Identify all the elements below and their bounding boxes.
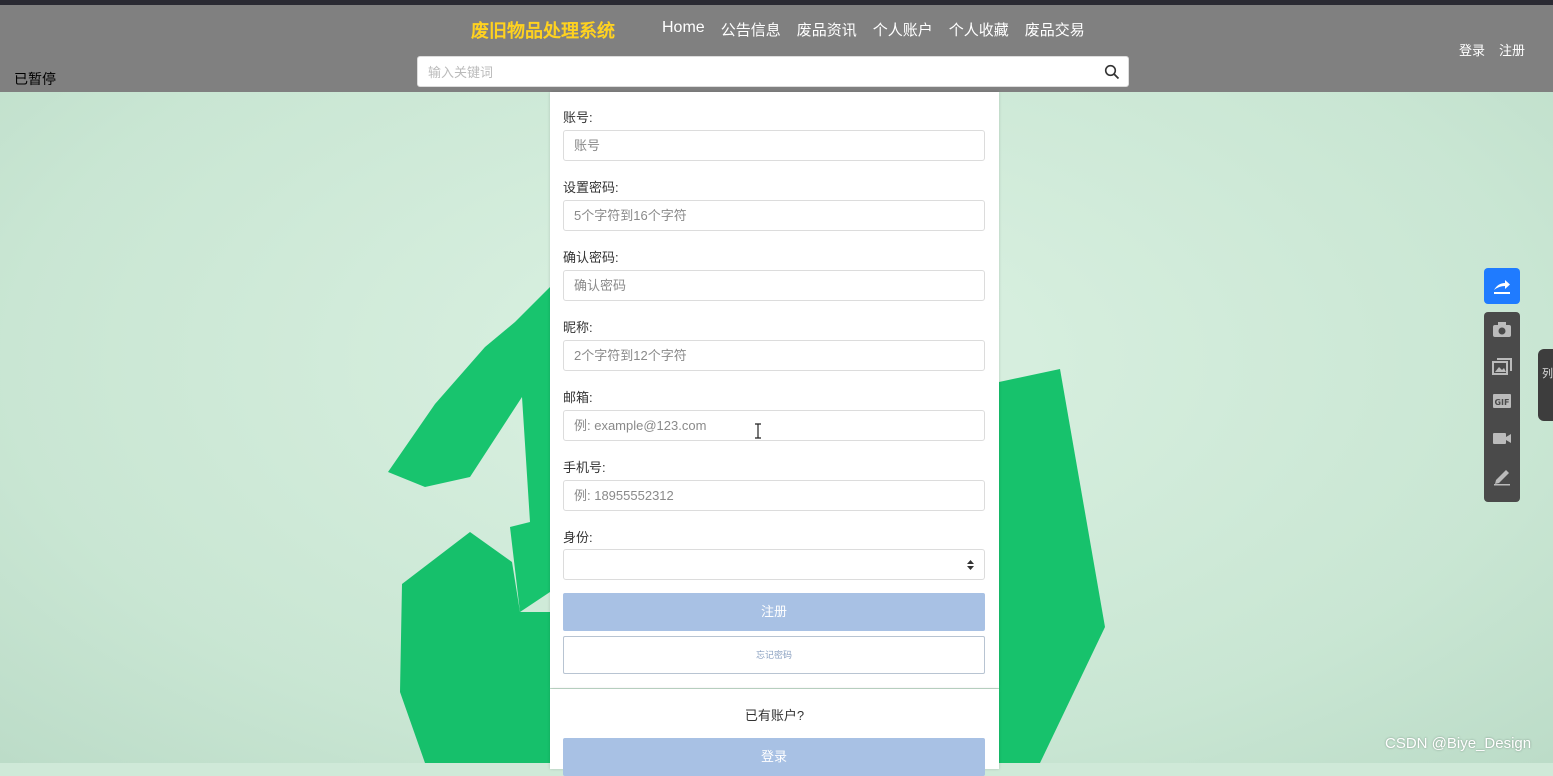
nickname-input[interactable]: [564, 341, 984, 370]
video-record-icon[interactable]: [1492, 428, 1512, 448]
login-panel: 已有账户? 登录: [550, 689, 999, 776]
site-header: 废旧物品处理系统 Home 公告信息 废品资讯 个人账户 个人收藏 废品交易 登…: [0, 5, 1553, 92]
share-icon: [1494, 280, 1510, 294]
nav-home[interactable]: Home: [662, 19, 705, 40]
image-gallery-icon[interactable]: [1492, 357, 1512, 377]
nickname-label: 昵称:: [563, 320, 593, 335]
nav-favorites[interactable]: 个人收藏: [949, 19, 1009, 40]
gif-icon[interactable]: GIF: [1492, 391, 1512, 411]
search-box: [417, 56, 1129, 88]
account-field: [563, 130, 985, 161]
capture-toolbar: GIF: [1484, 312, 1520, 502]
email-input[interactable]: [564, 411, 984, 440]
paused-indicator: 已暂停: [14, 71, 56, 87]
share-tool-button[interactable]: [1484, 268, 1520, 304]
confirm-password-input[interactable]: [564, 271, 984, 300]
confirm-password-label: 确认密码:: [563, 250, 619, 265]
nav-personal-account[interactable]: 个人账户: [873, 19, 933, 40]
have-account-prompt: 已有账户?: [744, 708, 805, 723]
password-input[interactable]: [564, 201, 984, 230]
account-input[interactable]: [564, 131, 984, 160]
identity-select[interactable]: [563, 549, 985, 580]
register-link[interactable]: 注册: [1499, 40, 1525, 59]
login-link[interactable]: 登录: [1459, 40, 1485, 59]
phone-field: [563, 480, 985, 511]
email-label: 邮箱:: [563, 390, 593, 405]
register-button[interactable]: 注册: [563, 593, 985, 631]
pen-edit-icon[interactable]: [1492, 466, 1512, 486]
login-button[interactable]: 登录: [563, 738, 985, 776]
identity-label: 身份:: [563, 530, 593, 545]
confirm-password-field: [563, 270, 985, 301]
nav-waste-news[interactable]: 废品资讯: [797, 19, 857, 40]
nav-announcements[interactable]: 公告信息: [721, 19, 781, 40]
search-icon[interactable]: [1104, 64, 1120, 80]
nav-waste-trade[interactable]: 废品交易: [1025, 19, 1085, 40]
side-tab-label: 列: [1542, 368, 1553, 380]
main-nav: Home 公告信息 废品资讯 个人账户 个人收藏 废品交易: [662, 19, 1085, 40]
email-field: [563, 410, 985, 441]
phone-label: 手机号:: [563, 460, 606, 475]
password-label: 设置密码:: [563, 180, 619, 195]
password-field: [563, 200, 985, 231]
svg-text:GIF: GIF: [1494, 398, 1509, 407]
forgot-password-button[interactable]: 忘记密码: [563, 636, 985, 674]
select-arrows-icon: [967, 560, 974, 570]
auth-links: 登录 注册: [1459, 40, 1525, 59]
camera-icon[interactable]: [1492, 320, 1512, 340]
text-cursor-icon: [755, 423, 761, 439]
nickname-field: [563, 340, 985, 371]
site-brand[interactable]: 废旧物品处理系统: [471, 17, 615, 43]
search-input[interactable]: [418, 57, 1090, 88]
watermark-text: CSDN @Biye_Design: [1385, 735, 1532, 752]
side-collapse-tab[interactable]: 列: [1538, 349, 1553, 421]
phone-input[interactable]: [564, 481, 984, 510]
account-label: 账号:: [563, 110, 593, 125]
register-form-card: 账号: 设置密码: 确认密码: 昵称: 邮箱: 手机号: 身份: 注册 忘记密码: [550, 92, 999, 688]
